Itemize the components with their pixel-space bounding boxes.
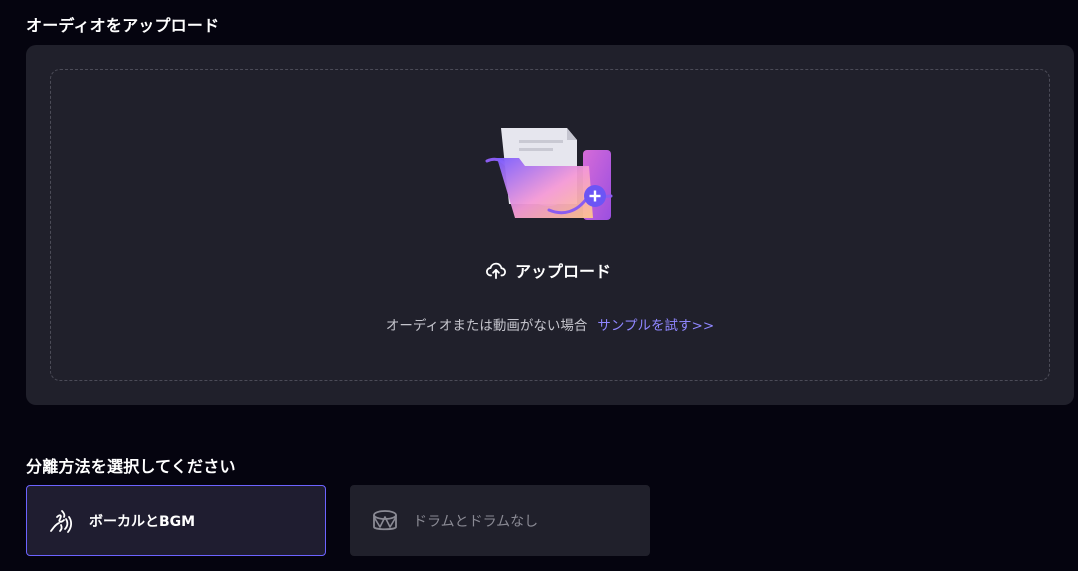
upload-card: アップロード オーディオまたは動画がない場合 サンプルを試す>>	[26, 45, 1074, 405]
upload-section-title: オーディオをアップロード	[26, 16, 220, 35]
mode-option-label: ドラムとドラムなし	[413, 513, 539, 530]
mode-option-drums[interactable]: ドラムとドラムなし	[350, 485, 650, 556]
vocal-wave-icon	[50, 509, 73, 533]
mode-option-vocal-bgm[interactable]: ボーカルとBGM	[26, 485, 326, 556]
upload-hint-text: オーディオまたは動画がない場合	[385, 318, 588, 334]
try-sample-link[interactable]: サンプルを試す>>	[597, 318, 714, 334]
drum-icon	[373, 509, 397, 530]
upload-dropzone[interactable]: アップロード オーディオまたは動画がない場合 サンプルを試す>>	[50, 69, 1050, 381]
upload-button-label: アップロード	[515, 262, 612, 281]
mode-section-title: 分離方法を選択してください	[26, 457, 236, 476]
upload-button[interactable]: アップロード	[485, 258, 611, 282]
cloud-upload-icon	[485, 262, 506, 280]
folder-illustration-icon	[485, 128, 613, 220]
upload-hint: オーディオまたは動画がない場合 サンプルを試す>>	[51, 314, 1049, 334]
mode-option-label: ボーカルとBGM	[89, 513, 196, 530]
